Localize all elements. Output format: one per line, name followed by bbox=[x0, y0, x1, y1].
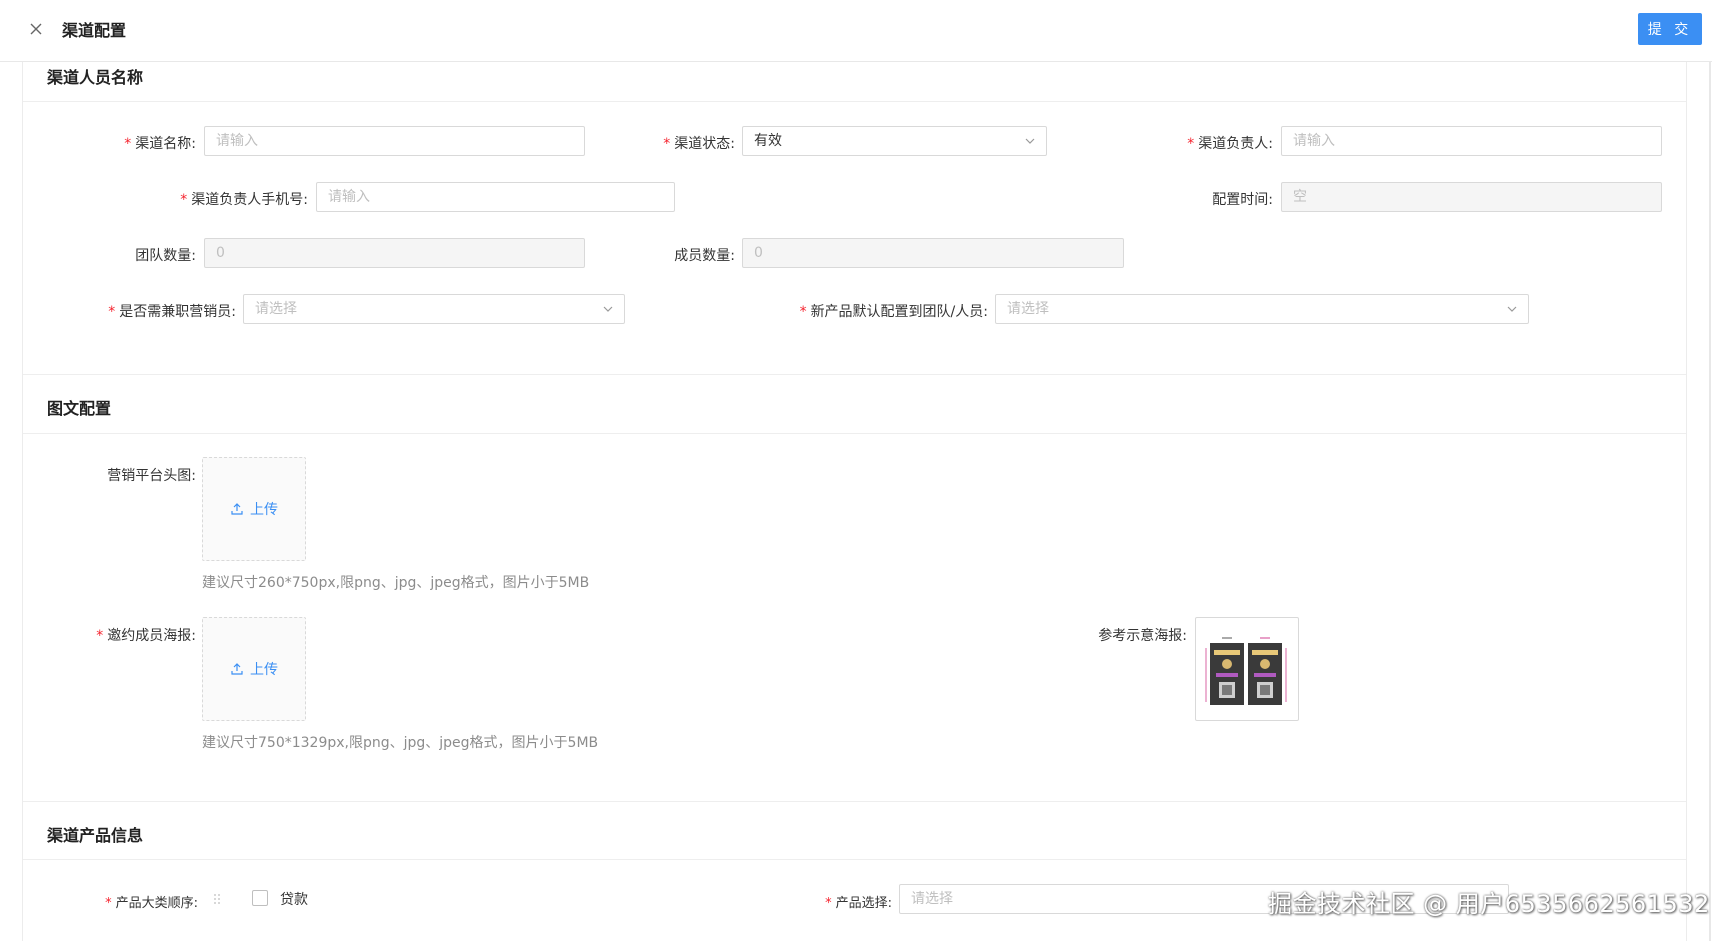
product-select-placeholder: 请选择 bbox=[911, 891, 953, 907]
chevron-down-icon bbox=[1507, 306, 1517, 312]
poster-upload-label: 上传 bbox=[250, 662, 278, 678]
default-assign-label: * 新产品默认配置到团队/人员: bbox=[799, 304, 988, 320]
owner-phone-input[interactable]: 请输入 bbox=[316, 182, 675, 212]
category-order-label: * 产品大类顺序: bbox=[105, 896, 198, 911]
section-title-products: 渠道产品信息 bbox=[47, 826, 144, 845]
config-time-label: 配置时间: bbox=[1212, 192, 1273, 208]
member-count-input: 0 bbox=[742, 238, 1124, 268]
reference-poster-image[interactable] bbox=[1195, 617, 1299, 721]
watermark: 掘金技术社区 @ 用户6535662561532 bbox=[1268, 890, 1710, 918]
channel-status-select[interactable]: 有效 bbox=[742, 126, 1047, 156]
section-title-personnel: 渠道人员名称 bbox=[47, 68, 144, 87]
poster-upload-hint: 建议尺寸750*1329px,限png、jpg、jpeg格式，图片小于5MB bbox=[202, 735, 599, 751]
avatar-upload-label: 上传 bbox=[250, 502, 278, 518]
content-right-border bbox=[1686, 62, 1687, 941]
avatar-upload-button[interactable]: 上传 bbox=[202, 457, 306, 561]
chevron-down-icon bbox=[603, 306, 613, 312]
section-divider bbox=[23, 433, 1686, 434]
channel-status-label: * 渠道状态: bbox=[663, 136, 735, 152]
chevron-down-icon bbox=[1025, 138, 1035, 144]
avatar-label: 营销平台头图: bbox=[107, 468, 196, 484]
channel-status-value: 有效 bbox=[754, 133, 782, 149]
reference-poster-label: 参考示意海报: bbox=[1098, 628, 1187, 644]
close-icon[interactable] bbox=[26, 19, 46, 39]
section-divider bbox=[23, 801, 1686, 802]
loan-checkbox[interactable] bbox=[252, 890, 268, 906]
channel-owner-input[interactable]: 请输入 bbox=[1281, 126, 1662, 156]
product-select-label: * 产品选择: bbox=[825, 896, 892, 911]
channel-owner-label: * 渠道负责人: bbox=[1187, 136, 1273, 152]
upload-icon bbox=[231, 503, 243, 515]
section-title-graphics: 图文配置 bbox=[47, 399, 112, 418]
content-left-border bbox=[22, 62, 23, 941]
need-part-time-placeholder: 请选择 bbox=[255, 301, 297, 317]
poster-label: * 邀约成员海报: bbox=[96, 628, 196, 644]
vertical-scrollbar[interactable] bbox=[1709, 62, 1711, 941]
section-divider bbox=[23, 859, 1686, 860]
submit-button[interactable]: 提 交 bbox=[1638, 13, 1702, 45]
section-divider bbox=[23, 374, 1686, 375]
poster-upload-button[interactable]: 上传 bbox=[202, 617, 306, 721]
team-count-label: 团队数量: bbox=[135, 248, 196, 264]
reference-poster-thumbnail bbox=[1205, 637, 1287, 705]
drag-handle-icon[interactable] bbox=[212, 892, 222, 906]
page-title: 渠道配置 bbox=[62, 21, 127, 40]
channel-name-label: * 渠道名称: bbox=[124, 136, 196, 152]
team-count-input: 0 bbox=[204, 238, 585, 268]
default-assign-select[interactable]: 请选择 bbox=[995, 294, 1529, 324]
upload-icon bbox=[231, 663, 243, 675]
default-assign-placeholder: 请选择 bbox=[1007, 301, 1049, 317]
top-bar: 渠道配置 提 交 bbox=[0, 0, 1712, 62]
config-time-input: 空 bbox=[1281, 182, 1662, 212]
owner-phone-label: * 渠道负责人手机号: bbox=[180, 192, 308, 208]
section-divider bbox=[23, 101, 1686, 102]
need-part-time-select[interactable]: 请选择 bbox=[243, 294, 625, 324]
member-count-label: 成员数量: bbox=[674, 248, 735, 264]
need-part-time-label: * 是否需兼职营销员: bbox=[108, 304, 236, 320]
loan-checkbox-label: 贷款 bbox=[280, 892, 308, 908]
avatar-upload-hint: 建议尺寸260*750px,限png、jpg、jpeg格式，图片小于5MB bbox=[202, 575, 590, 591]
channel-name-input[interactable]: 请输入 bbox=[204, 126, 585, 156]
